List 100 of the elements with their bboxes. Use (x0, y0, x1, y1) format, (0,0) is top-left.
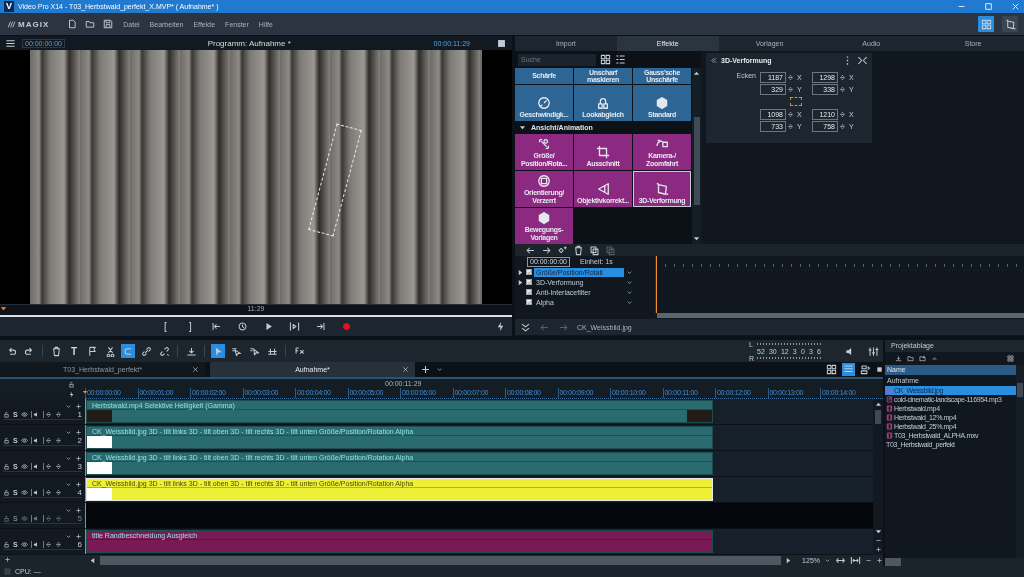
checkbox[interactable] (526, 299, 532, 305)
lock-icon[interactable] (3, 489, 10, 496)
undo-arrow-icon[interactable] (525, 244, 536, 256)
mixer-icon[interactable] (868, 345, 879, 357)
eye-icon[interactable] (20, 463, 28, 470)
close-icon[interactable] (402, 366, 409, 373)
add-icon[interactable] (75, 429, 82, 436)
spin-icon[interactable] (787, 85, 794, 94)
close-icon[interactable] (192, 366, 199, 373)
fade-icon[interactable] (42, 411, 52, 418)
fade-icon[interactable] (54, 541, 62, 548)
scroll-down-icon[interactable] (874, 528, 882, 535)
to-end-icon[interactable] (314, 321, 326, 332)
zoom-in-icon[interactable] (874, 546, 882, 553)
fit-all-icon[interactable] (850, 555, 861, 566)
checkbox[interactable] (526, 269, 532, 275)
add-icon[interactable] (75, 455, 82, 462)
lock-icon[interactable] (3, 463, 10, 470)
speaker-icon[interactable] (30, 541, 40, 548)
speaker-icon[interactable] (30, 489, 40, 496)
speaker-icon[interactable] (30, 411, 40, 418)
fade-icon[interactable] (54, 437, 62, 444)
eye-icon[interactable] (20, 489, 28, 496)
list-view-icon[interactable] (615, 54, 626, 65)
horizontal-scrollbar[interactable] (885, 558, 1024, 566)
spin-icon[interactable] (787, 110, 794, 119)
dropdown-icon[interactable] (436, 366, 443, 373)
speaker-icon[interactable] (30, 463, 40, 470)
collapse-icon[interactable] (857, 55, 868, 66)
scroll-up-icon[interactable] (874, 401, 882, 408)
open-folder-icon[interactable] (85, 19, 96, 29)
eye-icon[interactable] (20, 541, 28, 548)
forward-icon[interactable] (558, 321, 569, 333)
speaker-icon[interactable] (30, 437, 40, 444)
save-icon[interactable] (103, 19, 114, 29)
scroll-up-icon[interactable] (693, 70, 700, 77)
back-icon[interactable] (710, 57, 717, 64)
scrollbar[interactable] (1016, 365, 1024, 558)
new-folder-icon[interactable] (919, 355, 926, 362)
grid-view-icon[interactable] (600, 54, 611, 65)
speaker-icon[interactable] (30, 515, 40, 522)
add-icon[interactable] (75, 403, 82, 410)
tool-button[interactable] (139, 344, 153, 358)
checkbox[interactable] (526, 279, 532, 285)
spin-icon[interactable] (839, 85, 846, 94)
maximize-icon[interactable] (876, 366, 883, 373)
open-folder-icon[interactable] (907, 355, 914, 362)
spin-icon[interactable] (787, 73, 794, 82)
spin-icon[interactable] (839, 73, 846, 82)
collapse-down-icon[interactable] (520, 321, 531, 333)
dropdown-icon[interactable] (65, 403, 72, 410)
fade-icon[interactable] (42, 463, 52, 470)
scroll-left-icon[interactable] (89, 557, 96, 564)
scene-view-icon[interactable] (860, 364, 871, 375)
lock-icon[interactable] (3, 437, 10, 444)
expand-icon[interactable] (517, 278, 524, 286)
add-icon[interactable] (75, 533, 82, 540)
dropdown-icon[interactable] (65, 533, 72, 540)
expand-icon[interactable] (517, 268, 524, 276)
dropdown-icon[interactable] (65, 429, 72, 436)
copy-icon[interactable] (589, 244, 600, 256)
eye-icon[interactable] (20, 437, 28, 444)
zoom-out-icon[interactable] (874, 537, 882, 544)
fade-icon[interactable] (54, 463, 62, 470)
add-track-icon[interactable] (4, 556, 11, 563)
eye-icon[interactable] (20, 411, 28, 418)
fade-icon[interactable] (54, 411, 62, 418)
back-icon[interactable] (539, 321, 550, 333)
mark-in-button[interactable]: [ (160, 321, 171, 332)
dropdown-icon[interactable] (65, 455, 72, 462)
fade-icon[interactable] (42, 541, 52, 548)
dropdown-icon[interactable] (824, 557, 831, 564)
fade-icon[interactable] (54, 515, 62, 522)
collapse-caret-icon[interactable] (519, 124, 526, 131)
storyboard-view-icon[interactable] (826, 364, 837, 375)
horizontal-scrollbar[interactable] (100, 556, 782, 565)
paste-icon[interactable] (605, 244, 616, 256)
scrollbar[interactable] (873, 399, 883, 555)
checkbox[interactable] (526, 289, 532, 295)
play-range-icon[interactable] (288, 321, 300, 332)
up-icon[interactable] (931, 355, 938, 362)
redo-arrow-icon[interactable] (541, 244, 552, 256)
record-icon[interactable] (340, 321, 352, 332)
spin-icon[interactable] (787, 122, 794, 131)
dropdown-icon[interactable] (65, 507, 72, 514)
scrollbar[interactable] (657, 313, 1024, 318)
spin-icon[interactable] (839, 122, 846, 131)
zoom-out-icon[interactable] (865, 557, 872, 564)
lock-icon[interactable] (3, 411, 10, 418)
new-file-icon[interactable] (67, 19, 78, 29)
tool-button[interactable] (157, 344, 171, 358)
text-tool-button[interactable]: T (67, 344, 81, 358)
scrollbar[interactable] (692, 68, 701, 244)
lightning-icon[interactable] (495, 321, 506, 332)
fade-icon[interactable] (42, 489, 52, 496)
add-keyframe-icon[interactable] (557, 244, 568, 256)
fade-icon[interactable] (42, 437, 52, 444)
spin-icon[interactable] (839, 110, 846, 119)
dropdown-icon[interactable] (65, 481, 72, 488)
scroll-thumb[interactable] (693, 117, 700, 205)
